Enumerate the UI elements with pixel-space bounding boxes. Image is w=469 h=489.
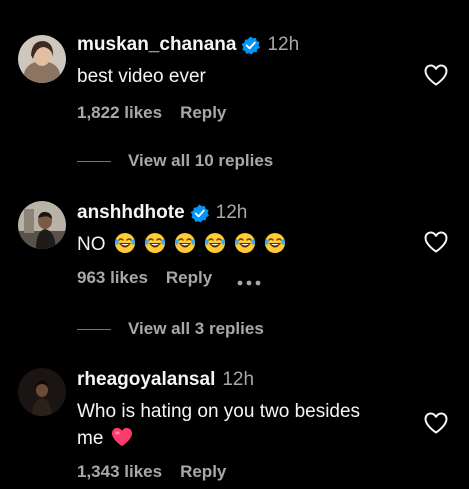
laughing-emoji xyxy=(174,232,196,254)
comment-text: best video ever xyxy=(77,66,206,87)
timestamp: 12h xyxy=(222,369,255,390)
comment-text: NO xyxy=(77,231,286,258)
avatar[interactable] xyxy=(18,368,66,416)
comment-header: anshhdhote 12h xyxy=(77,201,247,225)
avatar[interactable] xyxy=(18,201,66,249)
verified-badge-icon xyxy=(241,35,261,55)
reply-button[interactable]: Reply xyxy=(166,268,212,288)
verified-badge-icon xyxy=(190,203,209,223)
like-heart-icon[interactable] xyxy=(424,412,448,434)
more-options-icon[interactable] xyxy=(236,273,262,286)
laughing-emoji xyxy=(204,232,226,254)
comment-header: rheagoyalansal 12h xyxy=(77,368,254,392)
likes-count[interactable]: 1,822 likes xyxy=(77,103,162,123)
comment-text-line: me xyxy=(77,428,104,449)
timestamp: 12h xyxy=(267,34,300,55)
comment-actions: 963 likes Reply xyxy=(77,268,262,288)
avatar[interactable] xyxy=(18,35,66,83)
laughing-emoji xyxy=(144,232,166,254)
view-replies-label: View all 3 replies xyxy=(128,319,264,338)
pink-heart-emoji xyxy=(111,427,133,447)
comment-text-line-wrap: me xyxy=(77,425,360,452)
likes-count[interactable]: 963 likes xyxy=(77,268,148,288)
username[interactable]: muskan_chanana xyxy=(77,34,236,56)
replies-divider xyxy=(77,328,111,330)
username[interactable]: rheagoyalansal xyxy=(77,369,215,391)
comment-text-line: Who is hating on you two besides xyxy=(77,401,361,422)
laughing-emoji xyxy=(114,232,136,254)
replies-divider xyxy=(77,160,111,162)
reply-button[interactable]: Reply xyxy=(180,103,226,123)
comment-actions: 1,822 likes Reply xyxy=(77,103,226,123)
view-replies-button[interactable]: View all 10 replies xyxy=(77,151,273,171)
reply-button[interactable]: Reply xyxy=(180,462,226,482)
view-replies-label: View all 10 replies xyxy=(128,151,274,170)
comment-text-word: NO xyxy=(77,234,106,255)
like-heart-icon[interactable] xyxy=(424,64,448,86)
comment-header: muskan_chanana 12h xyxy=(77,33,299,57)
timestamp: 12h xyxy=(215,202,248,223)
username[interactable]: anshhdhote xyxy=(77,202,185,224)
like-heart-icon[interactable] xyxy=(424,231,448,253)
comment-text: Who is hating on you two besides me xyxy=(77,398,360,452)
laughing-emoji xyxy=(264,232,286,254)
laughing-emoji xyxy=(234,232,256,254)
likes-count[interactable]: 1,343 likes xyxy=(77,462,162,482)
comment-actions: 1,343 likes Reply xyxy=(77,462,226,482)
view-replies-button[interactable]: View all 3 replies xyxy=(77,319,264,339)
emoji-row xyxy=(106,232,286,255)
